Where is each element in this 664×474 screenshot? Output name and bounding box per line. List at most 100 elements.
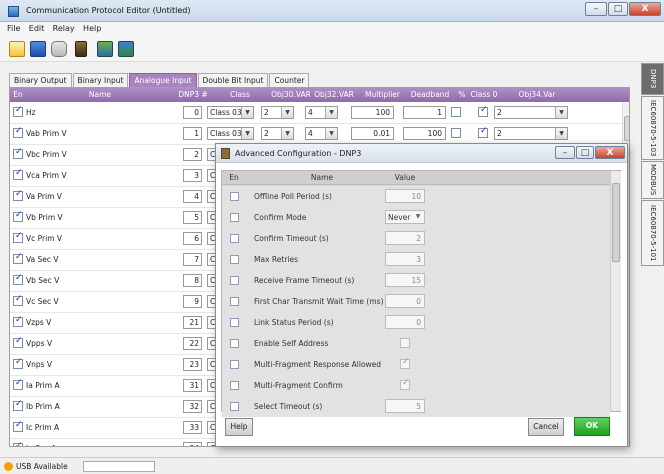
dialog-close-button[interactable]: X [595, 146, 625, 159]
dialog-minimize-button[interactable]: – [555, 146, 575, 159]
setting-enable-checkbox[interactable] [230, 276, 239, 285]
setting-enable-checkbox[interactable] [230, 192, 239, 201]
setting-enable-checkbox[interactable] [230, 255, 239, 264]
setting-value-field[interactable]: 2 [385, 231, 425, 245]
enable-checkbox[interactable] [13, 231, 23, 243]
setting-row[interactable]: Multi-Fragment Confirm [222, 375, 610, 396]
maximize-button[interactable]: □ [608, 2, 628, 16]
dnp3-index-field[interactable]: 2 [183, 148, 202, 161]
ok-button[interactable]: OK [574, 417, 610, 436]
enable-checkbox[interactable] [13, 315, 23, 327]
enable-checkbox[interactable] [13, 420, 23, 432]
setting-value-field[interactable]: 10 [385, 189, 425, 203]
class0-checkbox[interactable] [478, 105, 488, 117]
setting-enable-checkbox[interactable] [230, 402, 239, 411]
setting-row[interactable]: Receive Frame Timeout (s) 15 [222, 270, 610, 291]
dnp3-index-field[interactable]: 0 [183, 106, 202, 119]
tab-binary-input[interactable]: Binary Input [72, 73, 129, 87]
delete-icon[interactable] [75, 41, 87, 57]
obj32-select[interactable]: 4▼ [305, 106, 338, 119]
export-icon[interactable] [118, 41, 134, 57]
enable-checkbox[interactable] [13, 399, 23, 411]
tab-binary-output[interactable]: Binary Output [9, 73, 72, 87]
cancel-button[interactable]: Cancel [528, 418, 564, 436]
table-row[interactable]: Vab Prim V1Class 03▼2▼4▼0.011002▼ [10, 123, 629, 145]
dnp3-index-field[interactable]: 21 [183, 316, 202, 329]
menu-file[interactable]: File [7, 22, 20, 36]
setting-value-checkbox[interactable] [400, 357, 410, 369]
obj30-select[interactable]: 2▼ [261, 127, 294, 140]
setting-enable-checkbox[interactable] [230, 339, 239, 348]
side-tab-iec103[interactable]: IEC60870-5-103 [641, 96, 664, 160]
side-tab-iec101[interactable]: IEC60870-5-101 [641, 200, 664, 266]
multiplier-field[interactable]: 0.01 [351, 127, 394, 140]
obj34-select[interactable]: 2▼ [494, 127, 568, 140]
import-icon[interactable] [97, 41, 113, 57]
setting-value-field[interactable]: 0 [385, 315, 425, 329]
dnp3-index-field[interactable]: 22 [183, 337, 202, 350]
setting-row[interactable]: Select Timeout (s) 5 [222, 396, 610, 417]
dnp3-index-field[interactable]: 1 [183, 127, 202, 140]
table-row[interactable]: Hz0Class 03▼2▼4▼10012▼ [10, 102, 629, 124]
close-button[interactable]: X [629, 2, 661, 16]
dnp3-index-field[interactable]: 6 [183, 232, 202, 245]
print-icon[interactable] [51, 41, 67, 57]
dialog-maximize-button[interactable]: □ [576, 146, 594, 159]
enable-checkbox[interactable] [13, 378, 23, 390]
dnp3-index-field[interactable]: 23 [183, 358, 202, 371]
setting-enable-checkbox[interactable] [230, 360, 239, 369]
setting-row[interactable]: Enable Self Address [222, 333, 610, 354]
percent-checkbox[interactable] [451, 107, 461, 117]
setting-enable-checkbox[interactable] [230, 318, 239, 327]
tab-analogue-input[interactable]: Analogue Input [129, 73, 197, 87]
setting-value-field[interactable]: 0 [385, 294, 425, 308]
class-select[interactable]: Class 03▼ [207, 106, 254, 119]
dnp3-index-field[interactable]: 8 [183, 274, 202, 287]
save-icon[interactable] [30, 41, 46, 57]
enable-checkbox[interactable] [13, 252, 23, 264]
obj30-select[interactable]: 2▼ [261, 106, 294, 119]
multiplier-field[interactable]: 100 [351, 106, 394, 119]
enable-checkbox[interactable] [13, 441, 23, 446]
dnp3-index-field[interactable]: 5 [183, 211, 202, 224]
setting-row[interactable]: First Char Transmit Wait Time (ms) 0 [222, 291, 610, 312]
minimize-button[interactable]: – [585, 2, 607, 16]
menu-relay[interactable]: Relay [53, 22, 75, 36]
dnp3-index-field[interactable]: 3 [183, 169, 202, 182]
enable-checkbox[interactable] [13, 336, 23, 348]
enable-checkbox[interactable] [13, 294, 23, 306]
tab-double-bit-input[interactable]: Double Bit Input [197, 73, 269, 87]
setting-value-field[interactable]: 5 [385, 399, 425, 413]
dnp3-index-field[interactable]: 34 [183, 442, 202, 446]
enable-checkbox[interactable] [13, 126, 23, 138]
help-button[interactable]: Help [225, 418, 253, 436]
side-tab-modbus[interactable]: MODBUS [641, 161, 664, 199]
dialog-scroll-thumb[interactable] [612, 183, 620, 262]
enable-checkbox[interactable] [13, 147, 23, 159]
percent-checkbox[interactable] [451, 128, 461, 138]
setting-row[interactable]: Confirm Timeout (s) 2 [222, 228, 610, 249]
dnp3-index-field[interactable]: 4 [183, 190, 202, 203]
setting-enable-checkbox[interactable] [230, 381, 239, 390]
class0-checkbox[interactable] [478, 126, 488, 138]
dnp3-index-field[interactable]: 32 [183, 400, 202, 413]
setting-enable-checkbox[interactable] [230, 234, 239, 243]
grid-scroll-thumb[interactable] [624, 116, 629, 141]
setting-value-field[interactable]: 3 [385, 252, 425, 266]
enable-checkbox[interactable] [13, 105, 23, 117]
enable-checkbox[interactable] [13, 168, 23, 180]
setting-row[interactable]: Link Status Period (s) 0 [222, 312, 610, 333]
dnp3-index-field[interactable]: 9 [183, 295, 202, 308]
setting-enable-checkbox[interactable] [230, 213, 239, 222]
enable-checkbox[interactable] [13, 210, 23, 222]
setting-row[interactable]: Max Retries 3 [222, 249, 610, 270]
setting-row[interactable]: Multi-Fragment Response Allowed [222, 354, 610, 375]
obj32-select[interactable]: 4▼ [305, 127, 338, 140]
setting-value-checkbox[interactable] [400, 338, 410, 348]
setting-row[interactable]: Confirm Mode Never ▼ [222, 207, 610, 228]
setting-enable-checkbox[interactable] [230, 297, 239, 306]
dnp3-index-field[interactable]: 7 [183, 253, 202, 266]
dnp3-index-field[interactable]: 33 [183, 421, 202, 434]
menu-edit[interactable]: Edit [29, 22, 45, 36]
side-tab-dnp3[interactable]: DNP3 [641, 63, 664, 95]
